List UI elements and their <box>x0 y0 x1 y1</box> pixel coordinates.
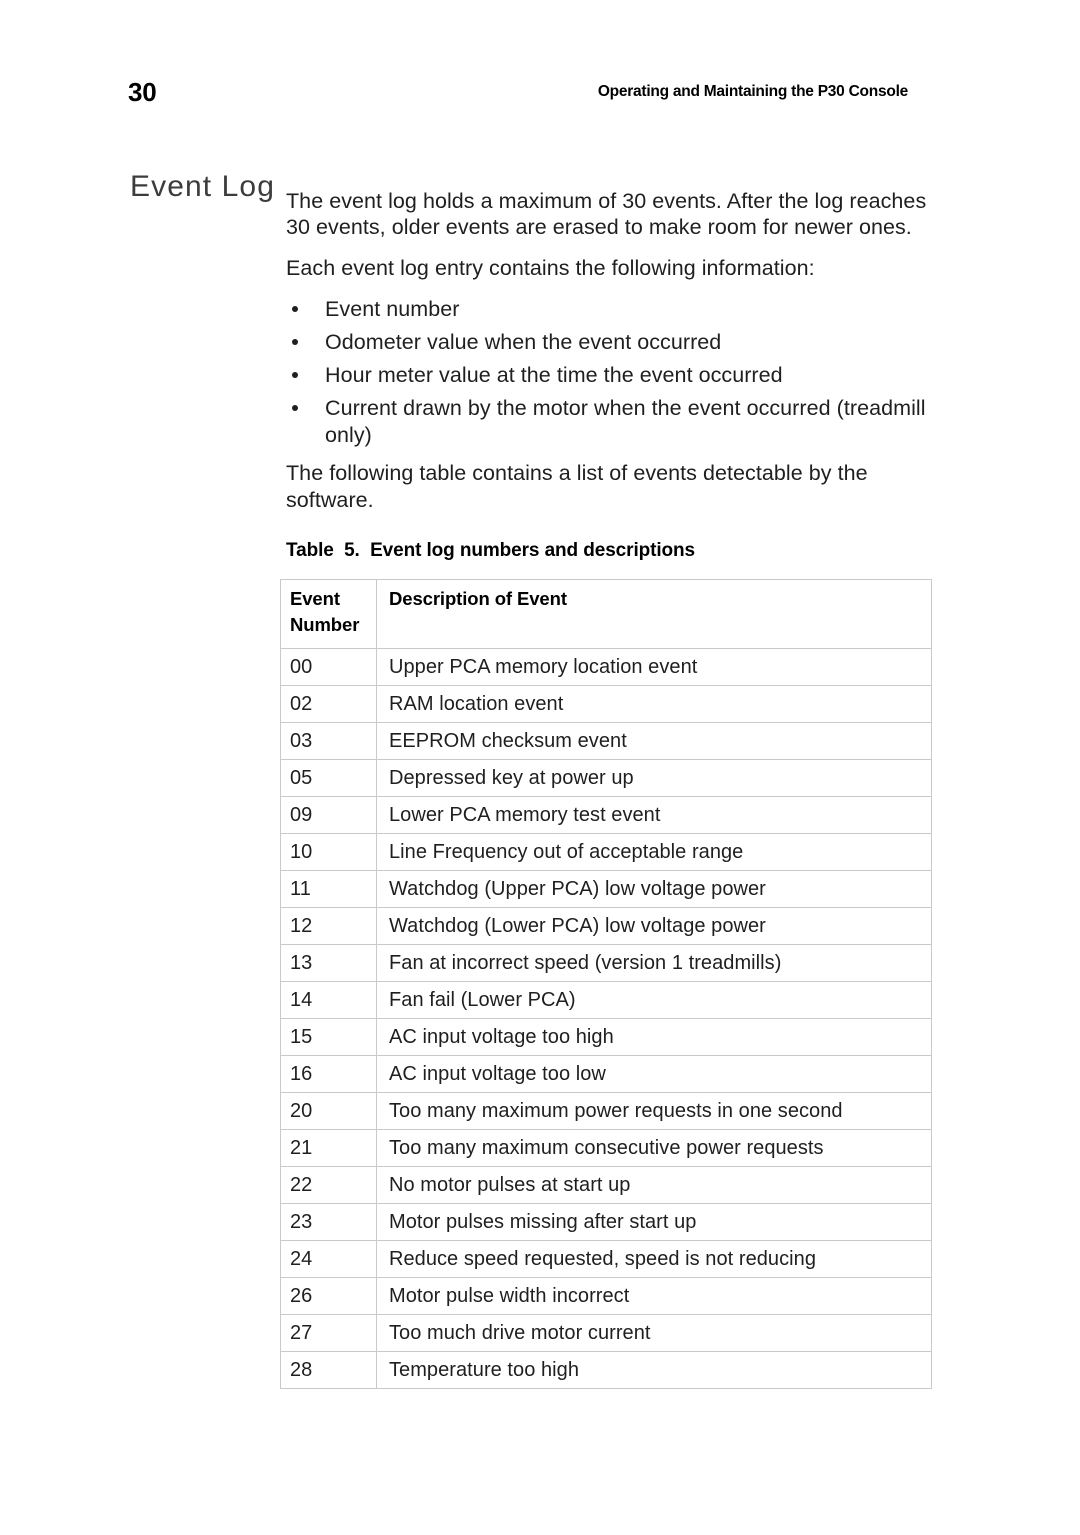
bullet-icon <box>292 405 298 412</box>
cell-event-number: 26 <box>280 1277 377 1315</box>
cell-event-number: 03 <box>280 722 377 760</box>
column-header-line-1: Event <box>290 588 340 609</box>
table-row: 24 Reduce speed requested, speed is not r… <box>280 1240 932 1278</box>
cell-event-description: Motor pulses missing after start up <box>376 1203 932 1241</box>
event-log-table: Event Number Description of Event 00 Uppe… <box>280 579 932 1389</box>
cell-event-number: 27 <box>280 1314 377 1352</box>
cell-event-number: 02 <box>280 685 377 723</box>
cell-event-number: 09 <box>280 796 377 834</box>
column-header-line-2: Number <box>290 614 360 635</box>
bullet-icon <box>292 372 298 379</box>
table-row: 22 No motor pulses at start up <box>280 1166 932 1204</box>
cell-event-description: Too much drive motor current <box>376 1314 932 1352</box>
cell-event-number: 11 <box>280 870 377 908</box>
table-row: 11 Watchdog (Upper PCA) low voltage power <box>280 870 932 908</box>
table-row: 27 Too much drive motor current <box>280 1314 932 1352</box>
cell-event-description: AC input voltage too high <box>376 1018 932 1056</box>
table-row: 00 Upper PCA memory location event <box>280 648 932 686</box>
table-row: 02 RAM location event <box>280 685 932 723</box>
list-item: Odometer value when the event occurred <box>286 326 934 359</box>
event-entry-bullet-list: Event number Odometer value when the eve… <box>286 293 934 448</box>
table-row: 12 Watchdog (Lower PCA) low voltage power <box>280 907 932 945</box>
table-row: 09 Lower PCA memory test event <box>280 796 932 834</box>
table-row: 16 AC input voltage too low <box>280 1055 932 1093</box>
list-item: Current drawn by the motor when the even… <box>286 392 934 448</box>
table-row: 13 Fan at incorrect speed (version 1 trea… <box>280 944 932 982</box>
cell-event-number: 05 <box>280 759 377 797</box>
cell-event-number: 21 <box>280 1129 377 1167</box>
cell-event-description: Line Frequency out of acceptable range <box>376 833 932 871</box>
cell-event-number: 22 <box>280 1166 377 1204</box>
list-item: Hour meter value at the time the event o… <box>286 359 934 392</box>
table-intro-paragraph: The following table contains a list of e… <box>286 461 868 512</box>
cell-event-number: 23 <box>280 1203 377 1241</box>
body-content: The event log holds a maximum of 30 even… <box>286 188 934 527</box>
cell-event-number: 24 <box>280 1240 377 1278</box>
cell-event-number: 13 <box>280 944 377 982</box>
bullet-icon <box>292 339 298 346</box>
document-page: 30 Operating and Maintaining the P30 Con… <box>0 0 1080 1535</box>
cell-event-number: 20 <box>280 1092 377 1130</box>
list-item-label: Current drawn by the motor when the even… <box>325 396 926 447</box>
intro-paragraph: The event log holds a maximum of 30 even… <box>286 189 927 240</box>
table-header-row: Event Number Description of Event <box>280 579 932 649</box>
cell-event-description: Too many maximum consecutive power reque… <box>376 1129 932 1167</box>
table-row: 14 Fan fail (Lower PCA) <box>280 981 932 1019</box>
cell-event-description: Fan fail (Lower PCA) <box>376 981 932 1019</box>
table-row: 23 Motor pulses missing after start up <box>280 1203 932 1241</box>
list-item-label: Event number <box>325 297 460 322</box>
cell-event-description: Reduce speed requested, speed is not red… <box>376 1240 932 1278</box>
cell-event-description: Lower PCA memory test event <box>376 796 932 834</box>
table-row: 05 Depressed key at power up <box>280 759 932 797</box>
list-item: Event number <box>286 293 934 326</box>
table-caption: Table 5. Event log numbers and descripti… <box>286 540 696 561</box>
entry-contents-paragraph: Each event log entry contains the follow… <box>286 255 815 280</box>
list-item-label: Odometer value when the event occurred <box>325 330 722 355</box>
cell-event-number: 16 <box>280 1055 377 1093</box>
cell-event-number: 14 <box>280 981 377 1019</box>
running-header: 30 Operating and Maintaining the P30 Con… <box>128 76 908 108</box>
page-title: Event Log <box>130 170 276 204</box>
cell-event-number: 10 <box>280 833 377 871</box>
event-log-table-body: 00 Upper PCA memory location event 02 RAM l… <box>280 648 932 1389</box>
table-row: 26 Motor pulse width incorrect <box>280 1277 932 1315</box>
column-header-description: Description of Event <box>376 579 932 649</box>
table-row: 28 Temperature too high <box>280 1351 932 1389</box>
cell-event-description: Too many maximum power requests in one s… <box>376 1092 932 1130</box>
cell-event-number: 15 <box>280 1018 377 1056</box>
cell-event-number: 00 <box>280 648 377 686</box>
list-item-label: Hour meter value at the time the event o… <box>325 363 783 388</box>
cell-event-description: Watchdog (Upper PCA) low voltage power <box>376 870 932 908</box>
page-number: 30 <box>128 77 157 107</box>
cell-event-description: Upper PCA memory location event <box>376 648 932 686</box>
cell-event-description: Motor pulse width incorrect <box>376 1277 932 1315</box>
cell-event-description: EEPROM checksum event <box>376 722 932 760</box>
bullet-icon <box>292 306 298 313</box>
table-row: 03 EEPROM checksum event <box>280 722 932 760</box>
cell-event-description: Fan at incorrect speed (version 1 treadm… <box>376 944 932 982</box>
cell-event-description: No motor pulses at start up <box>376 1166 932 1204</box>
table-row: 21 Too many maximum consecutive power req… <box>280 1129 932 1167</box>
cell-event-description: Depressed key at power up <box>376 759 932 797</box>
cell-event-description: Temperature too high <box>376 1351 932 1389</box>
table-row: 10 Line Frequency out of acceptable range <box>280 833 932 871</box>
running-title: Operating and Maintaining the P30 Consol… <box>597 83 908 100</box>
cell-event-number: 28 <box>280 1351 377 1389</box>
table-row: 20 Too many maximum power requests in one… <box>280 1092 932 1130</box>
cell-event-number: 12 <box>280 907 377 945</box>
cell-event-description: RAM location event <box>376 685 932 723</box>
column-header-event-number: Event Number <box>280 579 377 649</box>
cell-event-description: Watchdog (Lower PCA) low voltage power <box>376 907 932 945</box>
table-row: 15 AC input voltage too high <box>280 1018 932 1056</box>
cell-event-description: AC input voltage too low <box>376 1055 932 1093</box>
